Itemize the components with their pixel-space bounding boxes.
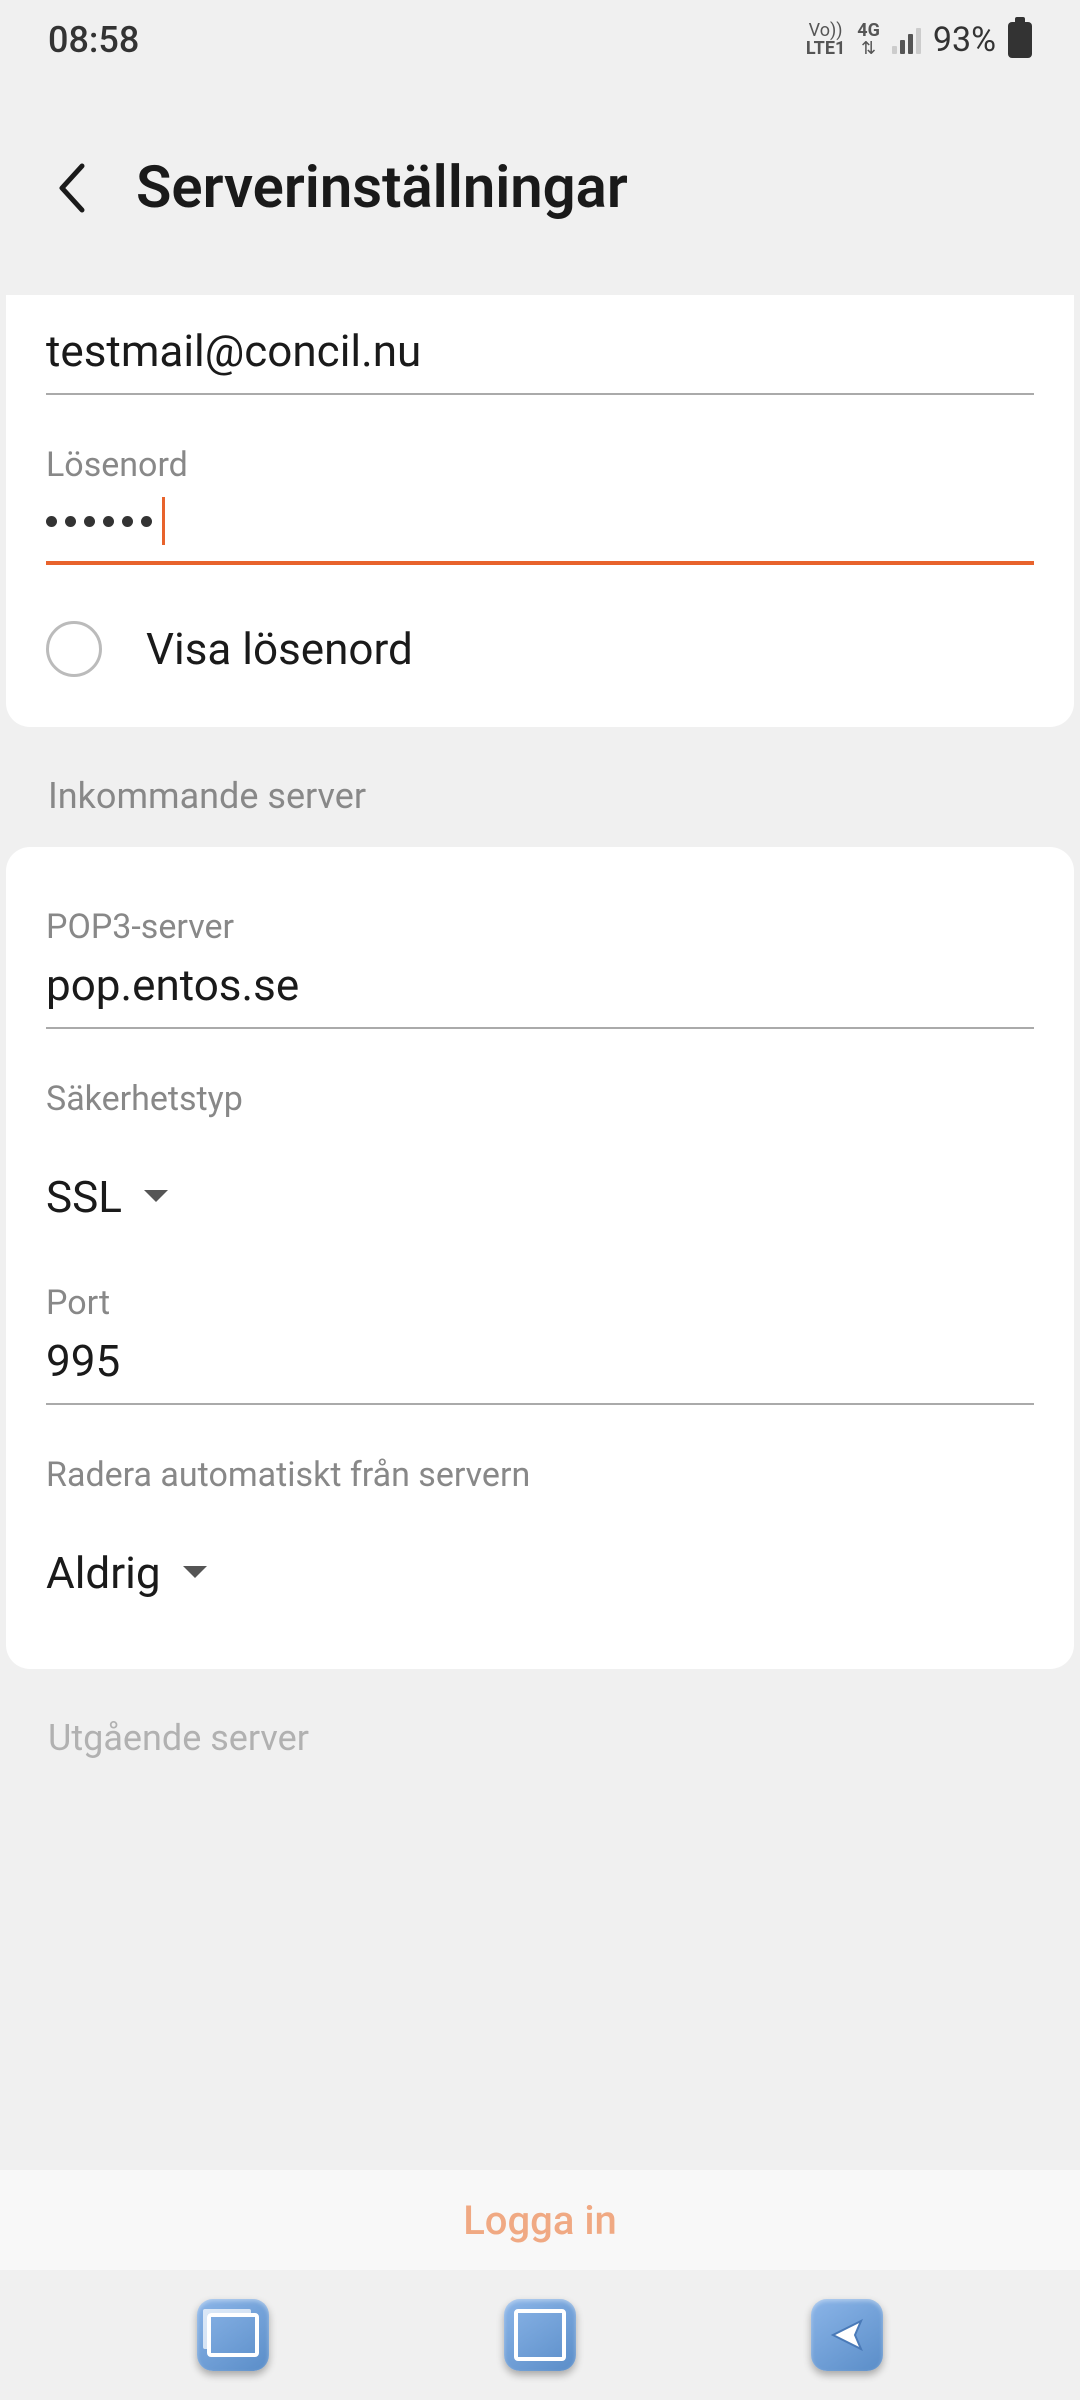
show-password-label: Visa lösenord — [146, 623, 413, 675]
security-field-group: Säkerhetstyp SSL — [46, 1029, 1034, 1233]
back-nav-button[interactable] — [811, 2299, 883, 2371]
show-password-row[interactable]: Visa lösenord — [46, 565, 1034, 677]
volte-icon: Vo)) LTE1 — [806, 22, 845, 58]
auto-delete-dropdown[interactable]: Aldrig — [46, 1507, 1034, 1609]
text-cursor — [162, 497, 165, 545]
back-button[interactable] — [48, 164, 96, 212]
chevron-left-icon — [56, 162, 88, 214]
show-password-checkbox[interactable] — [46, 621, 102, 677]
status-bar: 08:58 Vo)) LTE1 4G ⇅ 93% — [0, 0, 1080, 80]
account-card: testmail@concil.nu Lösenord Visa lösenor… — [6, 295, 1074, 727]
outgoing-server-header: Utgående server — [0, 1677, 1080, 1789]
password-field[interactable] — [46, 497, 1034, 565]
page-title: Serverinställningar — [136, 154, 628, 222]
email-field[interactable]: testmail@concil.nu — [46, 325, 1034, 395]
login-bar: Logga in — [0, 2170, 1080, 2270]
security-value: SSL — [46, 1171, 122, 1223]
incoming-server-header: Inkommande server — [0, 735, 1080, 847]
status-time: 08:58 — [48, 19, 139, 61]
password-field-group: Lösenord — [46, 395, 1034, 565]
email-field-group: testmail@concil.nu — [46, 315, 1034, 395]
chevron-down-icon — [142, 1188, 170, 1206]
login-button[interactable]: Logga in — [463, 2197, 617, 2244]
auto-delete-field-group: Radera automatiskt från servern Aldrig — [46, 1405, 1034, 1609]
network-icon: 4G ⇅ — [857, 22, 880, 58]
port-field[interactable]: 995 — [46, 1335, 1034, 1405]
signal-icon — [892, 26, 921, 54]
port-label: Port — [46, 1283, 1034, 1323]
battery-percent: 93% — [933, 20, 996, 60]
security-label: Säkerhetstyp — [46, 1079, 1034, 1119]
battery-icon — [1008, 22, 1032, 58]
password-label: Lösenord — [46, 445, 1034, 485]
recents-button[interactable] — [197, 2299, 269, 2371]
status-right-icons: Vo)) LTE1 4G ⇅ 93% — [806, 20, 1032, 60]
home-button[interactable] — [504, 2299, 576, 2371]
security-dropdown[interactable]: SSL — [46, 1131, 1034, 1233]
pop3-label: POP3-server — [46, 907, 1034, 947]
incoming-server-card: POP3-server pop.entos.se Säkerhetstyp SS… — [6, 847, 1074, 1669]
pop3-field[interactable]: pop.entos.se — [46, 959, 1034, 1029]
pop3-field-group: POP3-server pop.entos.se — [46, 857, 1034, 1029]
navigation-bar — [0, 2270, 1080, 2400]
auto-delete-value: Aldrig — [46, 1547, 161, 1599]
content-scroll[interactable]: testmail@concil.nu Lösenord Visa lösenor… — [0, 295, 1080, 2200]
app-header: Serverinställningar — [0, 80, 1080, 295]
auto-delete-label: Radera automatiskt från servern — [46, 1455, 1034, 1495]
port-field-group: Port 995 — [46, 1233, 1034, 1405]
chevron-down-icon — [181, 1564, 209, 1582]
